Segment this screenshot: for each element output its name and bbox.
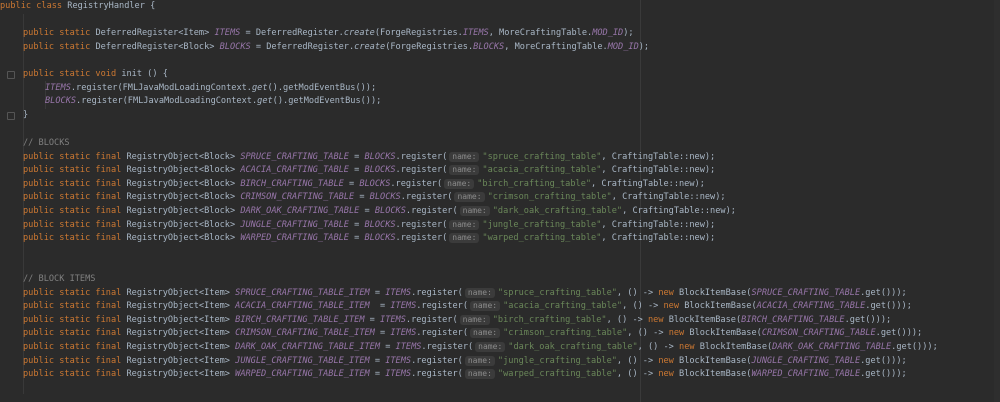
code-line-block-decl[interactable]: public static final RegistryObject<Block… [0,205,1000,219]
param-name-hint: name: [464,287,495,298]
code-line-init-blocks[interactable]: BLOCKS.register(FMLJavaModLoadingContext… [0,95,1000,109]
code-line-items-field[interactable]: public static DeferredRegister<Item> ITE… [0,27,1000,41]
param-name-hint: name: [470,301,501,312]
code-line-block-decl[interactable]: public static final RegistryObject<Block… [0,178,1000,192]
code-editor[interactable]: public class RegistryHandler { public st… [0,0,1000,402]
param-name-hint: name: [444,178,475,189]
code-line-init-decl[interactable]: public static void init () { [0,68,1000,82]
code-line-comment-blocks[interactable]: // BLOCKS [0,137,1000,151]
param-name-hint: name: [449,165,480,176]
param-name-hint: name: [464,369,495,380]
param-name-hint: name: [475,341,506,352]
param-name-hint: name: [459,205,490,216]
code-line-blocks-field[interactable]: public static DeferredRegister<Block> BL… [0,41,1000,55]
param-name-hint: name: [459,314,490,325]
code-line-comment-block-items[interactable]: // BLOCK ITEMS [0,273,1000,287]
param-name-hint: name: [470,328,501,339]
code-line-block-decl[interactable]: public static final RegistryObject<Block… [0,151,1000,165]
code-line-block-decl[interactable]: public static final RegistryObject<Block… [0,232,1000,246]
code-line-item-decl[interactable]: public static final RegistryObject<Item>… [0,327,1000,341]
code-line-item-decl[interactable]: public static final RegistryObject<Item>… [0,287,1000,301]
param-name-hint: name: [449,219,480,230]
code-line-block-decl[interactable]: public static final RegistryObject<Block… [0,191,1000,205]
param-name-hint: name: [464,355,495,366]
code-line-block-decl[interactable]: public static final RegistryObject<Block… [0,164,1000,178]
code-line-item-decl[interactable]: public static final RegistryObject<Item>… [0,355,1000,369]
param-name-hint: name: [449,151,480,162]
param-name-hint: name: [454,192,485,203]
code-line-close-brace[interactable]: } [0,109,1000,123]
param-name-hint: name: [449,233,480,244]
code-line-block-decl[interactable]: public static final RegistryObject<Block… [0,219,1000,233]
code-line-init-items[interactable]: ITEMS.register(FMLJavaModLoadingContext.… [0,82,1000,96]
code-line-item-decl[interactable]: public static final RegistryObject<Item>… [0,300,1000,314]
code-line-item-decl[interactable]: public static final RegistryObject<Item>… [0,368,1000,382]
code-line-class[interactable]: public class RegistryHandler { [0,0,1000,14]
code-line-item-decl[interactable]: public static final RegistryObject<Item>… [0,341,1000,355]
code-line-item-decl[interactable]: public static final RegistryObject<Item>… [0,314,1000,328]
